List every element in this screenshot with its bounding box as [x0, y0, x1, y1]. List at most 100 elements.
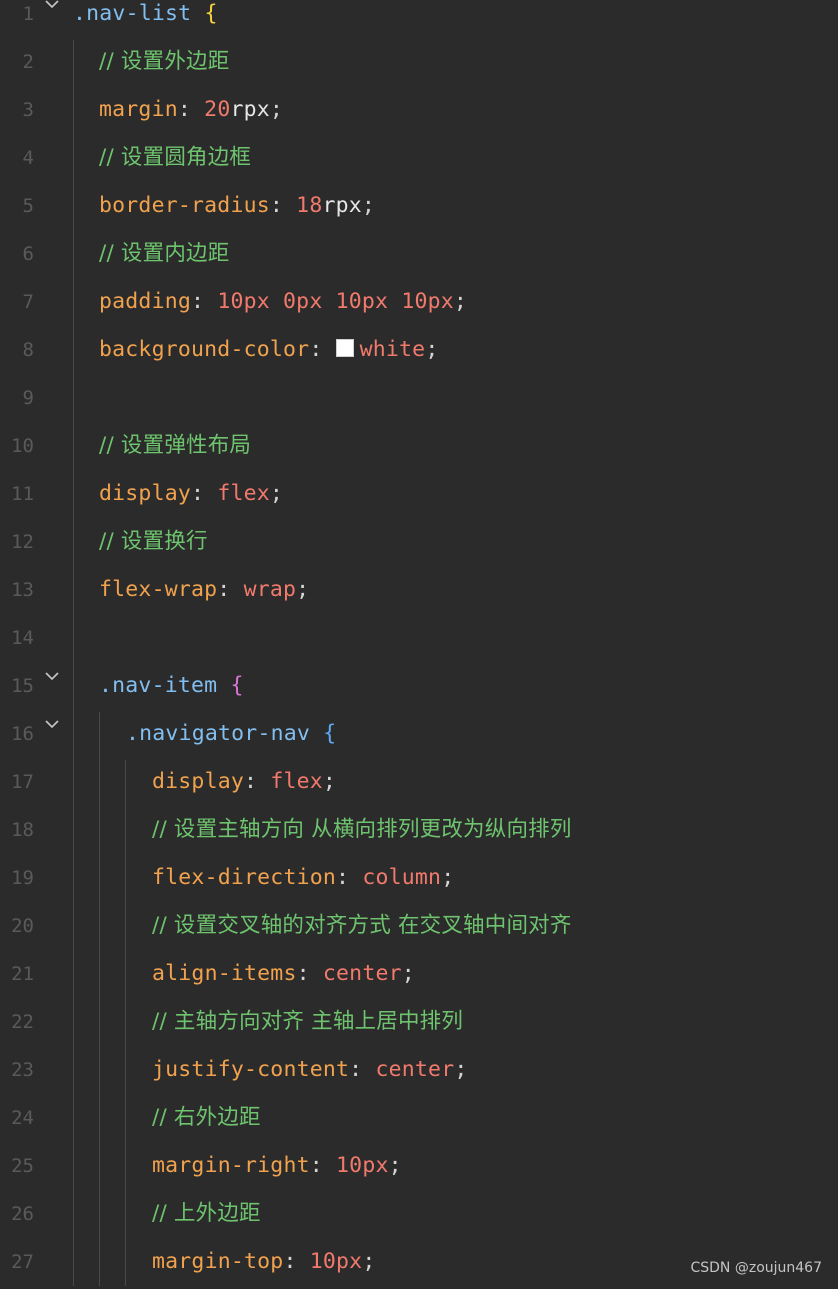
code-comment: // 设置弹性布局: [99, 433, 252, 458]
code-text: // 设置换行: [99, 528, 208, 556]
code-text: .nav-list {: [73, 0, 218, 28]
css-property: display: [99, 481, 192, 506]
line-number: 5: [22, 195, 34, 217]
code-line[interactable]: 19 flex-direction: column;: [0, 857, 838, 905]
code-line[interactable]: 16 .navigator-nav {: [0, 713, 838, 761]
code-text: // 设置主轴方向 从横向排列更改为纵向排列: [152, 816, 572, 844]
code-line[interactable]: 8 background-color: white;: [0, 329, 838, 377]
fold-chevron-icon[interactable]: [44, 0, 62, 13]
code-line[interactable]: 22 // 主轴方向对齐 主轴上居中排列: [0, 1001, 838, 1049]
punctuation: :: [244, 769, 271, 794]
code-line[interactable]: 24 // 右外边距: [0, 1097, 838, 1145]
line-number: 27: [11, 1251, 34, 1273]
code-text: .navigator-nav {: [126, 720, 336, 748]
line-number: 21: [11, 963, 34, 985]
punctuation: [217, 673, 230, 698]
code-line[interactable]: 14: [0, 617, 838, 665]
code-text: flex-wrap: wrap;: [99, 576, 309, 604]
code-line[interactable]: 9: [0, 377, 838, 425]
css-property: background-color: [99, 337, 310, 362]
code-text: // 主轴方向对齐 主轴上居中排列: [152, 1008, 463, 1036]
code-line[interactable]: 21 align-items: center;: [0, 953, 838, 1001]
line-number: 6: [22, 243, 34, 265]
line-number: 9: [22, 387, 34, 409]
code-line[interactable]: 5 border-radius: 18rpx;: [0, 185, 838, 233]
code-line[interactable]: 3 margin: 20rpx;: [0, 89, 838, 137]
line-number: 2: [22, 51, 34, 73]
css-property: display: [152, 769, 245, 794]
code-line[interactable]: 11 display: flex;: [0, 473, 838, 521]
css-value: rpx: [230, 97, 270, 122]
code-line[interactable]: 20 // 设置交叉轴的对齐方式 在交叉轴中间对齐: [0, 905, 838, 953]
css-selector: .nav-list: [73, 1, 192, 26]
css-property: margin: [99, 97, 178, 122]
punctuation: [191, 1, 204, 26]
watermark: CSDN @zoujun467: [690, 1260, 822, 1276]
css-value: 18: [296, 193, 323, 218]
css-property: padding: [99, 289, 192, 314]
code-comment: // 设置主轴方向 从横向排列更改为纵向排列: [152, 817, 572, 842]
code-line[interactable]: 4 // 设置圆角边框: [0, 137, 838, 185]
code-line[interactable]: 23 justify-content: center;: [0, 1049, 838, 1097]
line-number: 11: [11, 483, 34, 505]
line-number: 24: [11, 1107, 34, 1129]
code-line[interactable]: 7 padding: 10px 0px 10px 10px;: [0, 281, 838, 329]
code-editor[interactable]: 1 .nav-list { 2 // 设置外边距 3 margin: 20rpx; 4// …: [0, 0, 838, 1286]
css-selector: .nav-item: [99, 673, 218, 698]
code-text: margin-top: 10px;: [152, 1248, 375, 1276]
css-property: margin-right: [152, 1153, 310, 1178]
code-text: padding: 10px 0px 10px 10px;: [99, 288, 467, 316]
line-number: 25: [11, 1155, 34, 1177]
css-value: 10px 0px 10px 10px: [217, 289, 454, 314]
punctuation: ;: [441, 865, 455, 890]
code-line[interactable]: 10 // 设置弹性布局: [0, 425, 838, 473]
fold-chevron-icon[interactable]: [44, 671, 62, 685]
code-line[interactable]: 15 .nav-item {: [0, 665, 838, 713]
css-value: 20: [204, 97, 231, 122]
punctuation: :: [336, 865, 363, 890]
line-number: 12: [11, 531, 34, 553]
code-line[interactable]: 2 // 设置外边距: [0, 41, 838, 89]
code-text: // 设置弹性布局: [99, 432, 251, 460]
code-text: // 设置外边距: [99, 48, 229, 76]
punctuation: :: [191, 481, 218, 506]
line-number: 17: [11, 771, 34, 793]
line-number: 8: [22, 339, 34, 361]
punctuation: ;: [322, 769, 337, 794]
code-text: // 设置内边距: [99, 240, 229, 268]
css-value: flex: [270, 769, 323, 794]
code-line[interactable]: 17 display: flex;: [0, 761, 838, 809]
punctuation: :: [296, 961, 323, 986]
code-text: // 上外边距: [152, 1200, 261, 1228]
css-property: flex-direction: [152, 865, 337, 890]
code-text: background-color: white;: [99, 336, 439, 364]
code-text: // 设置圆角边框: [99, 144, 251, 172]
css-value: column: [362, 865, 442, 890]
code-line[interactable]: 18 // 设置主轴方向 从横向排列更改为纵向排列: [0, 809, 838, 857]
code-comment: // 设置圆角边框: [99, 145, 252, 170]
css-property: justify-content: [152, 1057, 350, 1082]
code-line[interactable]: 12 // 设置换行: [0, 521, 838, 569]
punctuation: :: [349, 1057, 376, 1082]
line-number: 14: [11, 627, 34, 649]
code-text: justify-content: center;: [152, 1056, 468, 1084]
css-property: border-radius: [99, 193, 270, 218]
css-value: wrap: [243, 577, 297, 602]
code-line[interactable]: 1 .nav-list {: [0, 0, 838, 41]
code-comment: // 设置换行: [99, 529, 208, 554]
punctuation: :: [309, 1153, 337, 1178]
code-text: align-items: center;: [152, 960, 415, 988]
line-number: 22: [11, 1011, 34, 1033]
punctuation: :: [283, 1249, 310, 1274]
css-value: 10px: [336, 1153, 389, 1178]
code-line[interactable]: 25 margin-right: 10px;: [0, 1145, 838, 1193]
code-line[interactable]: 26 // 上外边距: [0, 1193, 838, 1241]
code-line[interactable]: 13 flex-wrap: wrap;: [0, 569, 838, 617]
fold-chevron-icon[interactable]: [44, 719, 62, 733]
code-text: margin: 20rpx;: [99, 96, 283, 124]
color-swatch[interactable]: [335, 339, 354, 357]
code-text: display: flex;: [99, 480, 283, 508]
line-number: 15: [11, 675, 34, 697]
css-value: flex: [217, 481, 270, 506]
code-line[interactable]: 6 // 设置内边距: [0, 233, 838, 281]
